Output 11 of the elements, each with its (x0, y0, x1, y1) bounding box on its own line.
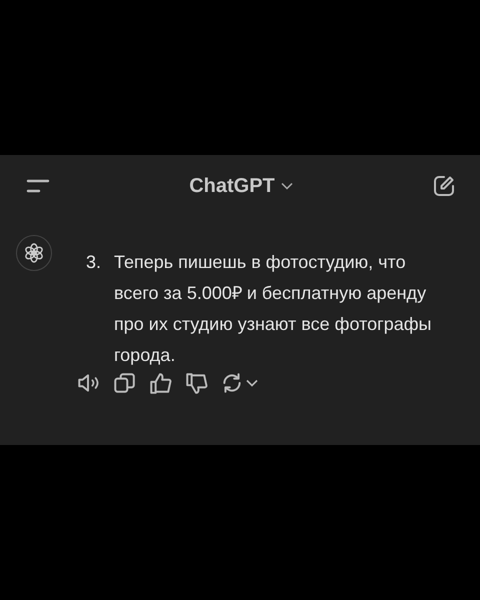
new-chat-icon[interactable] (432, 174, 456, 198)
list-number: 3. (86, 251, 102, 274)
thumbs-up-icon[interactable] (148, 371, 172, 395)
chevron-icon[interactable] (246, 379, 258, 387)
knot-icon (23, 242, 45, 264)
chevron-icon (280, 182, 293, 190)
model-selector[interactable]: ChatGPT (189, 174, 293, 198)
message-text: Теперь пишешь в фотостудию, что всего за 5.000₽ и бесплатную аренду про их студию узнают все фотографы города. (114, 251, 432, 367)
copy-icon[interactable] (112, 371, 136, 395)
thumbs-down-icon[interactable] (184, 371, 208, 395)
menu-icon[interactable] (26, 178, 50, 194)
